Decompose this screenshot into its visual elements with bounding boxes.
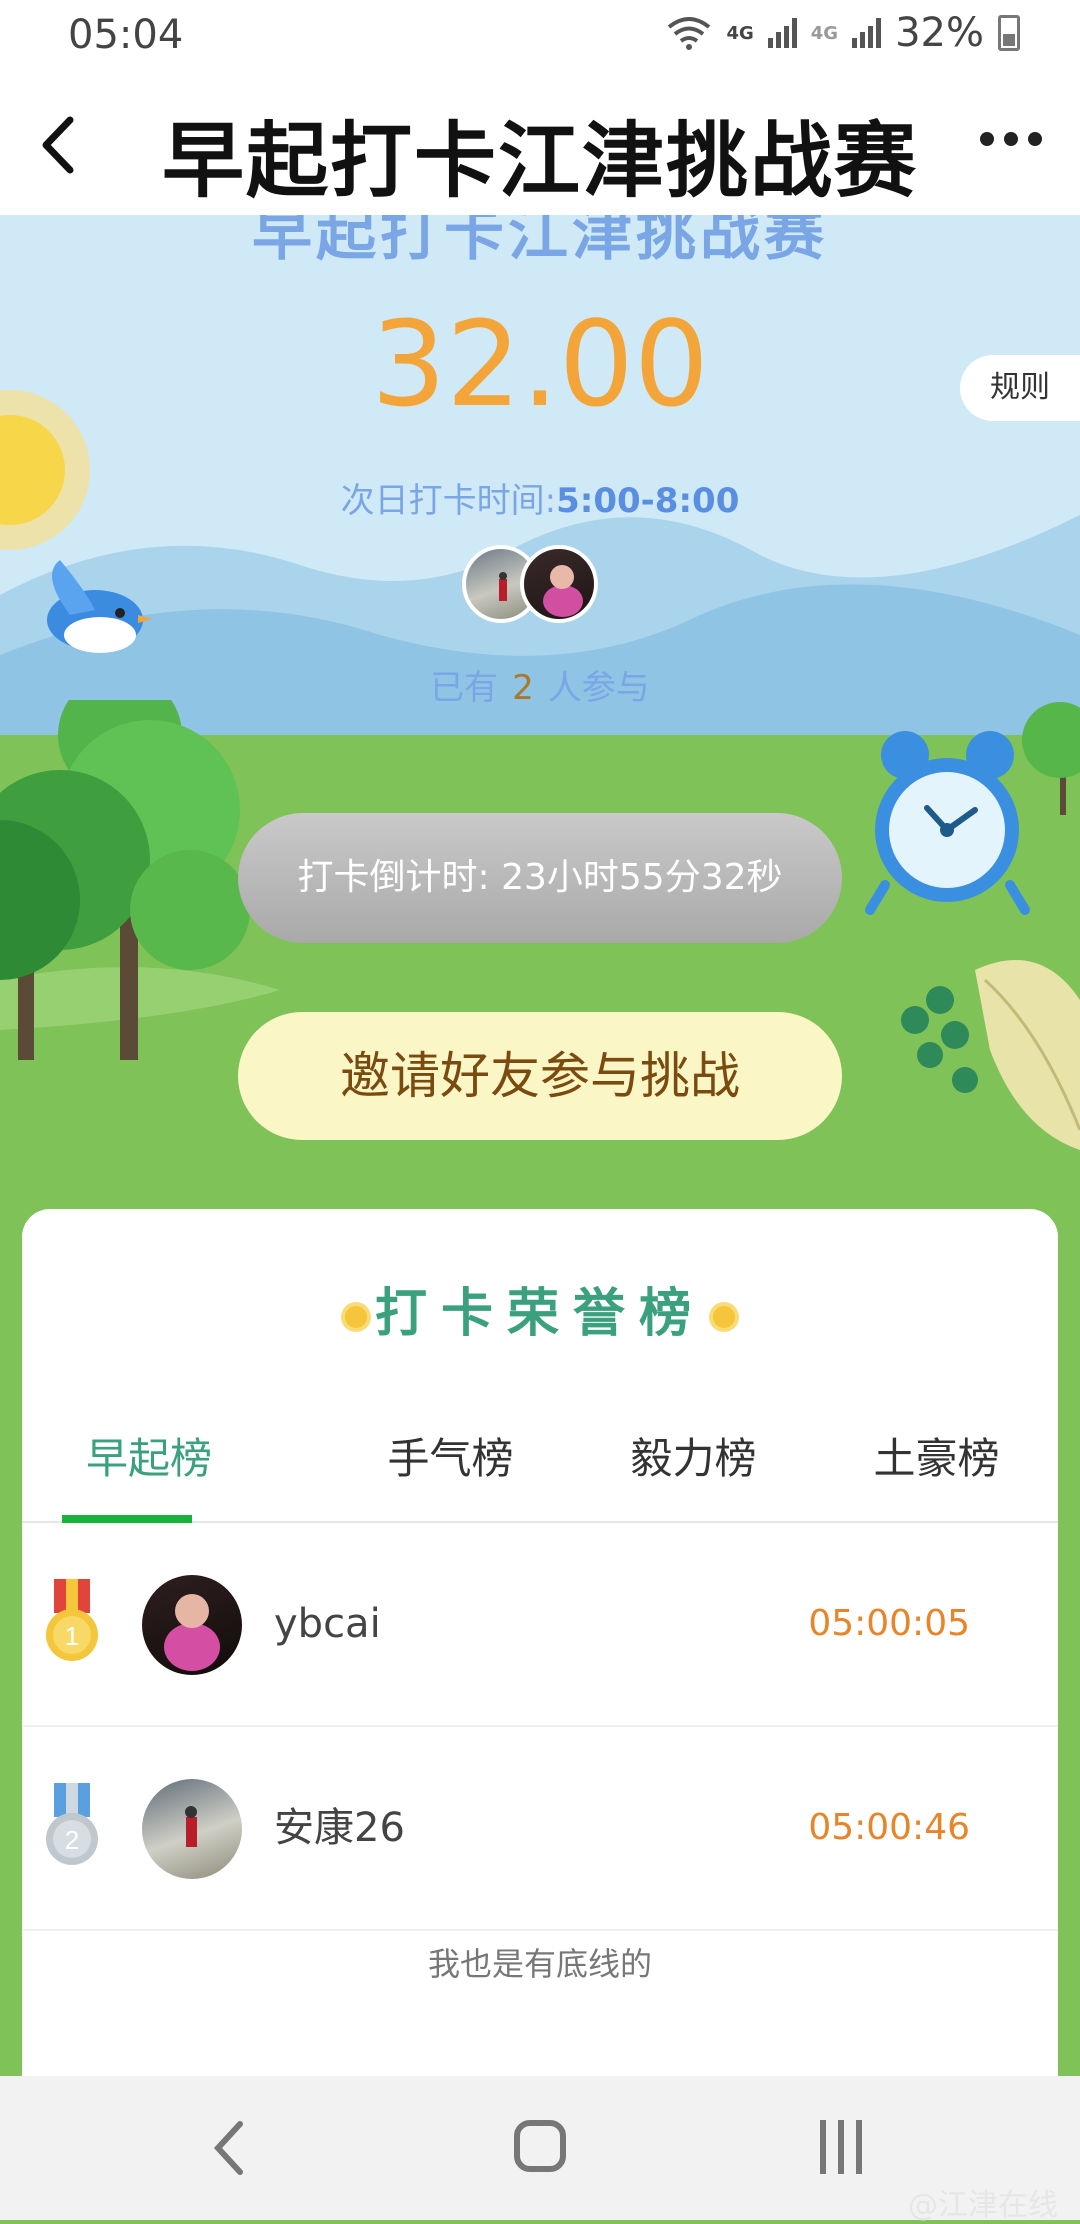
signal-icon-2: [852, 18, 882, 48]
small-tree-illustration: [1022, 702, 1080, 815]
avatar[interactable]: [142, 1575, 242, 1675]
leaf-illustration: [901, 960, 1080, 1150]
user-name: 安康26: [274, 1805, 405, 1851]
tab-early-bird[interactable]: 早起榜: [22, 1409, 329, 1523]
checkin-countdown: 打卡倒计时: 23小时55分32秒: [238, 813, 842, 943]
gold-medal-icon: 1: [46, 1579, 98, 1661]
system-nav-bar: @江津在线: [0, 2076, 1080, 2223]
medal-icon: [709, 1302, 739, 1332]
rank-number: 2: [65, 1825, 79, 1855]
participant-avatars[interactable]: [462, 545, 602, 629]
tab-persistence[interactable]: 毅力榜: [572, 1409, 815, 1521]
silver-medal-icon: 2: [46, 1783, 98, 1865]
status-time: 05:04: [68, 12, 184, 58]
ranking-row[interactable]: 2 安康26 05:00:46: [22, 1727, 1058, 1931]
nav-back-icon[interactable]: [210, 2120, 250, 2176]
list-end-note: 我也是有底线的: [427, 1945, 652, 1983]
ranking-tabs: 早起榜 手气榜 毅力榜 土豪榜: [22, 1409, 1058, 1523]
avatar[interactable]: [142, 1779, 242, 1879]
user-name: ybcai: [274, 1601, 381, 1647]
tab-luck[interactable]: 手气榜: [329, 1409, 572, 1521]
rank-number: 1: [65, 1621, 79, 1651]
network-label-1: 4G: [726, 22, 754, 44]
honor-board-title: 打卡荣誉榜: [22, 1271, 1058, 1346]
honor-board: 打卡荣誉榜 早起榜 手气榜 毅力榜 土豪榜 1 ybcai 05:00:05 2: [22, 1209, 1058, 2220]
participant-avatar[interactable]: [520, 545, 598, 623]
alarm-clock-icon: [865, 731, 1030, 915]
wifi-icon: [668, 17, 711, 50]
watermark: @江津在线: [908, 2188, 1058, 2223]
battery-percent: 32%: [895, 10, 984, 56]
challenge-hero: 早起打卡江津挑战赛 32.00 规则 次日打卡时间:5:00-8:00 已有 2 人…: [0, 215, 1080, 735]
tab-big-spender[interactable]: 土豪榜: [815, 1409, 1058, 1521]
hero-title: 早起打卡江津挑战赛: [252, 215, 828, 269]
network-label-2: 4G: [810, 22, 839, 44]
page-title: 早起打卡江津挑战赛: [161, 114, 918, 209]
ranking-row[interactable]: 1 ybcai 05:00:05: [22, 1523, 1058, 1727]
medal-icon: [340, 1302, 371, 1332]
checkin-time-label: 次日打卡时间:: [340, 481, 557, 521]
prize-amount: 32.00: [371, 295, 709, 433]
checkin-time-value: 5:00-8:00: [556, 481, 740, 521]
checkin-timestamp: 05:00:46: [808, 1807, 970, 1848]
field-illustration: [0, 700, 1080, 1150]
checkin-time: 次日打卡时间:5:00-8:00: [0, 473, 1080, 522]
signal-icon: [767, 18, 797, 48]
app-header: 早起打卡江津挑战赛: [0, 72, 1080, 215]
nav-home-icon[interactable]: [514, 2120, 566, 2172]
more-menu-icon[interactable]: [980, 132, 1042, 146]
nav-recent-apps-icon[interactable]: [820, 2120, 862, 2174]
status-icons: 4G 4G 32%: [666, 10, 1020, 56]
checkin-timestamp: 05:00:05: [808, 1603, 970, 1644]
status-bar: 05:04 4G 4G 32%: [0, 0, 1080, 72]
battery-icon: [998, 15, 1020, 51]
invite-friends-button[interactable]: 邀请好友参与挑战: [238, 1012, 842, 1140]
rules-button[interactable]: 规则: [960, 355, 1080, 421]
